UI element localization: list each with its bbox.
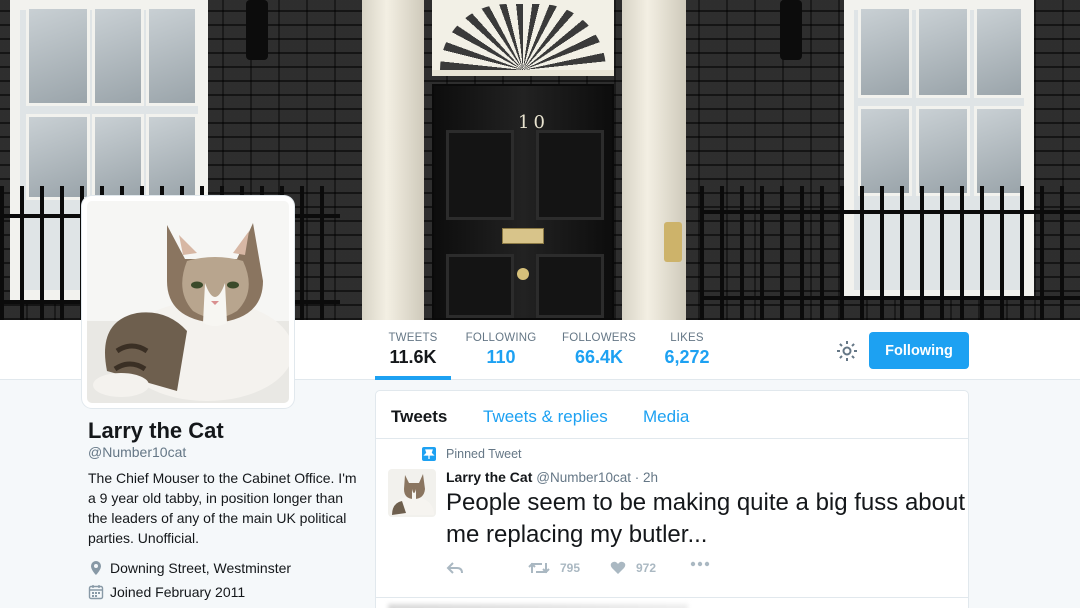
retweet-icon bbox=[528, 562, 550, 574]
retweet-button[interactable]: 795 bbox=[528, 561, 580, 575]
door-bell-plate bbox=[664, 222, 682, 262]
stat-value: 6,272 bbox=[664, 347, 710, 367]
profile-avatar[interactable] bbox=[82, 196, 294, 408]
profile-name[interactable]: Larry the Cat bbox=[88, 418, 224, 444]
front-door: 10 bbox=[432, 84, 614, 320]
profile-handle[interactable]: @Number10cat bbox=[88, 444, 186, 460]
following-button[interactable]: Following bbox=[869, 332, 969, 369]
tweet-author-name[interactable]: Larry the Cat bbox=[446, 469, 532, 485]
more-dots-icon bbox=[690, 561, 710, 567]
more-button[interactable] bbox=[690, 561, 720, 567]
profile-bio: The Chief Mouser to the Cabinet Office. … bbox=[88, 470, 357, 546]
reply-button[interactable] bbox=[446, 561, 474, 575]
like-button[interactable]: 972 bbox=[610, 561, 656, 575]
retweet-count: 795 bbox=[560, 561, 581, 575]
lamp-right bbox=[780, 0, 802, 60]
letterbox bbox=[502, 228, 544, 244]
heart-icon bbox=[610, 561, 626, 574]
location-pin-icon bbox=[88, 560, 104, 576]
next-tweet-preview bbox=[376, 597, 968, 608]
stat-label: LIKES bbox=[670, 332, 704, 344]
tweet-meta[interactable]: @Number10cat · 2h bbox=[536, 470, 658, 485]
gear-icon[interactable] bbox=[835, 339, 859, 363]
location-text: Downing Street, Westminster bbox=[110, 560, 292, 576]
timeline: Tweets Tweets & replies Media Pinned Twe… bbox=[375, 390, 969, 608]
stat-value: 11.6K bbox=[389, 347, 437, 367]
tab-media[interactable]: Media bbox=[643, 407, 689, 427]
stat-value: 110 bbox=[486, 347, 516, 367]
tweet-actions: 795 972 bbox=[446, 561, 926, 581]
timeline-tabs: Tweets Tweets & replies Media bbox=[376, 391, 968, 439]
stat-value: 66.4K bbox=[574, 347, 624, 367]
door-column-left bbox=[362, 0, 424, 320]
joined-text: Joined February 2011 bbox=[110, 584, 246, 600]
stat-label: FOLLOWING bbox=[465, 332, 537, 344]
calendar-icon bbox=[88, 584, 104, 600]
tweet-text: People seem to be making quite a big fus… bbox=[446, 489, 965, 548]
reply-icon bbox=[446, 562, 463, 574]
profile-joined: Joined February 2011 bbox=[88, 584, 245, 600]
tab-tweets[interactable]: Tweets bbox=[391, 407, 447, 427]
tweet-avatar[interactable] bbox=[388, 469, 436, 517]
lamp-left bbox=[246, 0, 268, 60]
pinned-text: Pinned Tweet bbox=[446, 447, 522, 461]
tab-tweets-replies[interactable]: Tweets & replies bbox=[483, 407, 608, 427]
profile-location: Downing Street, Westminster bbox=[88, 560, 291, 576]
stat-label: TWEETS bbox=[388, 332, 438, 344]
door-knob bbox=[517, 268, 529, 280]
door-number: 10 bbox=[518, 112, 549, 133]
tweet-author[interactable]: Larry the Cat @Number10cat · 2h bbox=[446, 469, 658, 485]
stat-following[interactable]: FOLLOWING 110 bbox=[462, 320, 540, 380]
stat-followers[interactable]: FOLLOWERS 66.4K bbox=[560, 320, 638, 380]
stat-likes[interactable]: LIKES 6,272 bbox=[652, 320, 722, 380]
stat-label: FOLLOWERS bbox=[561, 332, 636, 344]
fanlight bbox=[432, 0, 614, 76]
stat-tweets[interactable]: TWEETS 11.6K bbox=[375, 320, 451, 380]
like-count: 972 bbox=[636, 561, 657, 575]
pin-icon bbox=[422, 447, 436, 461]
pinned-tweet-label: Pinned Tweet bbox=[422, 447, 522, 461]
door-column-right bbox=[622, 0, 686, 320]
